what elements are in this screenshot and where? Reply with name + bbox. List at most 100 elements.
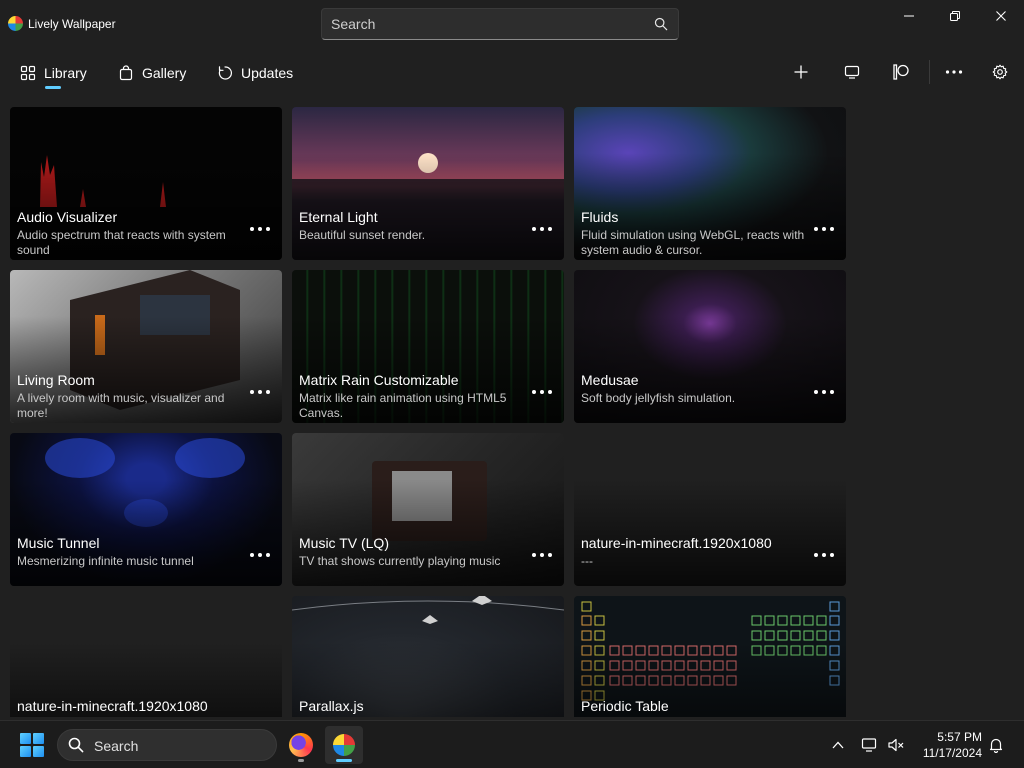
toolbar-separator — [929, 60, 930, 84]
more-options-button[interactable] — [940, 58, 968, 86]
wallpaper-tile-living-room[interactable]: Living Room A lively room with music, vi… — [10, 270, 282, 423]
tile-more-button[interactable] — [532, 547, 552, 563]
notifications-button[interactable] — [986, 735, 1006, 755]
settings-icon — [992, 64, 1008, 80]
tile-description: Mesmerizing infinite music tunnel — [17, 554, 194, 568]
tile-title: Eternal Light — [299, 209, 378, 225]
selected-tab-indicator — [45, 86, 61, 89]
tile-title: nature-in-minecraft.1920x1080 — [581, 535, 772, 551]
tab-library[interactable]: Library — [20, 59, 87, 87]
patreon-button[interactable] — [887, 58, 915, 86]
library-grid: Audio Visualizer Audio spectrum that rea… — [10, 107, 846, 717]
tile-more-button[interactable] — [532, 221, 552, 237]
tile-shade — [292, 478, 564, 586]
tile-description: Soft body jellyfish simulation. — [581, 391, 736, 405]
tile-title: Fluids — [581, 209, 619, 225]
patreon-icon — [893, 64, 909, 80]
tile-description: TV that shows currently playing music — [299, 554, 501, 568]
tile-title: Living Room — [17, 372, 95, 388]
refresh-icon — [218, 66, 232, 80]
app-title: Lively Wallpaper — [28, 17, 116, 31]
restore-icon — [950, 11, 960, 21]
wallpaper-tile-music-tv[interactable]: Music TV (LQ) TV that shows currently pl… — [292, 433, 564, 586]
running-indicator — [298, 759, 304, 762]
tab-gallery[interactable]: Gallery — [118, 59, 186, 87]
wallpaper-tile-matrix-rain[interactable]: Matrix Rain Customizable Matrix like rai… — [292, 270, 564, 423]
wallpaper-tile-eternal-light[interactable]: Eternal Light Beautiful sunset render. — [292, 107, 564, 260]
wallpaper-tile-nature-in-minecraft-2[interactable]: nature-in-minecraft.1920x1080 — [10, 596, 282, 717]
grid-icon — [20, 65, 36, 81]
wallpaper-tile-periodic-table[interactable]: Periodic Table — [574, 596, 846, 717]
network-icon — [861, 738, 877, 752]
tile-description: A lively room with music, visualizer and… — [17, 391, 225, 420]
tile-shade — [292, 152, 564, 260]
volume-button[interactable] — [886, 735, 906, 755]
tile-title: nature-in-minecraft.1920x1080 — [17, 698, 208, 714]
volume-muted-icon — [888, 738, 904, 752]
wallpaper-tile-parallax[interactable]: Parallax.js — [292, 596, 564, 717]
display-button[interactable] — [838, 58, 866, 86]
taskbar: Search 5:57 PM 11/17/2024 — [0, 720, 1024, 768]
tile-more-button[interactable] — [814, 547, 834, 563]
tile-description: Matrix like rain animation using HTML5 C… — [299, 391, 507, 420]
add-wallpaper-button[interactable] — [787, 58, 815, 86]
taskbar-search-label: Search — [94, 738, 139, 754]
search-icon[interactable] — [654, 17, 668, 31]
tile-shade — [574, 315, 846, 423]
tile-shade — [574, 478, 846, 586]
minimize-icon — [904, 15, 914, 17]
more-icon — [945, 70, 963, 74]
close-button[interactable] — [978, 0, 1024, 32]
search-input[interactable] — [322, 9, 642, 39]
tile-title: Matrix Rain Customizable — [299, 372, 459, 388]
tab-library-label: Library — [44, 65, 87, 81]
tile-more-button[interactable] — [250, 384, 270, 400]
tab-gallery-label: Gallery — [142, 65, 187, 81]
taskbar-app-firefox[interactable] — [282, 726, 320, 764]
firefox-icon — [289, 733, 313, 757]
add-icon — [794, 65, 808, 79]
wallpaper-tile-fluids[interactable]: Fluids Fluid simulation using WebGL, rea… — [574, 107, 846, 260]
taskbar-clock[interactable]: 5:57 PM 11/17/2024 — [912, 729, 982, 761]
restore-button[interactable] — [932, 0, 978, 32]
title-bar: Lively Wallpaper — [0, 0, 1024, 48]
search-box[interactable] — [321, 8, 679, 40]
lively-wallpaper-icon — [333, 734, 355, 756]
tile-shade — [10, 478, 282, 586]
tile-title: Periodic Table — [581, 698, 669, 714]
clock-date: 11/17/2024 — [922, 746, 982, 760]
chevron-up-icon — [832, 741, 844, 749]
show-hidden-icons-button[interactable] — [828, 735, 848, 755]
tile-title: Medusae — [581, 372, 639, 388]
tile-title: Music TV (LQ) — [299, 535, 389, 551]
wallpaper-tile-audio-visualizer[interactable]: Audio Visualizer Audio spectrum that rea… — [10, 107, 282, 260]
windows-start-icon[interactable] — [20, 733, 44, 757]
tab-updates[interactable]: Updates — [217, 59, 293, 87]
close-icon — [996, 11, 1006, 21]
notification-bell-icon — [989, 738, 1003, 753]
wallpaper-tile-medusae[interactable]: Medusae Soft body jellyfish simulation. — [574, 270, 846, 423]
tile-more-button[interactable] — [814, 221, 834, 237]
tile-description: Fluid simulation using WebGL, reacts wit… — [581, 228, 805, 257]
taskbar-search[interactable]: Search — [57, 729, 277, 761]
search-icon — [68, 737, 84, 753]
tile-description: --- — [581, 554, 593, 568]
tile-more-button[interactable] — [250, 221, 270, 237]
tile-more-button[interactable] — [250, 547, 270, 563]
network-button[interactable] — [860, 735, 880, 755]
taskbar-app-lively-wallpaper[interactable] — [325, 726, 363, 764]
tile-more-button[interactable] — [532, 384, 552, 400]
tile-title: Audio Visualizer — [17, 209, 118, 225]
tile-description: Audio spectrum that reacts with system s… — [17, 228, 226, 257]
shopping-bag-icon — [119, 65, 133, 81]
tab-updates-label: Updates — [241, 65, 294, 81]
clock-time: 5:57 PM — [937, 730, 982, 744]
active-indicator — [336, 759, 352, 762]
tile-title: Parallax.js — [299, 698, 364, 714]
wallpaper-tile-nature-in-minecraft[interactable]: nature-in-minecraft.1920x1080 --- — [574, 433, 846, 586]
wallpaper-tile-music-tunnel[interactable]: Music Tunnel Mesmerizing infinite music … — [10, 433, 282, 586]
lively-logo-icon — [8, 16, 23, 31]
settings-button[interactable] — [986, 58, 1014, 86]
tile-more-button[interactable] — [814, 384, 834, 400]
minimize-button[interactable] — [886, 0, 932, 32]
